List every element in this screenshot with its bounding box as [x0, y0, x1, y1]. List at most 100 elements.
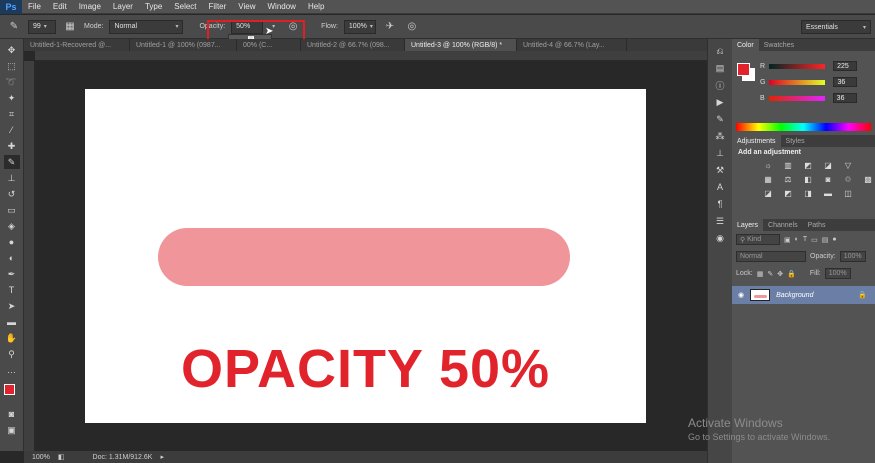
- posterize-icon[interactable]: ◩: [782, 188, 794, 198]
- photo-filter-icon[interactable]: ◙: [822, 174, 834, 184]
- color-balance-icon[interactable]: ⚖: [782, 174, 794, 184]
- hue-saturation-icon[interactable]: ▦: [762, 174, 774, 184]
- tab-styles[interactable]: Styles: [781, 135, 810, 147]
- status-menu-icon[interactable]: ▸: [160, 453, 164, 461]
- paragraph-panel-icon[interactable]: ¶: [711, 198, 729, 210]
- brush-tool-icon[interactable]: ✎: [3, 155, 20, 169]
- blue-slider[interactable]: [768, 95, 825, 101]
- menu-view[interactable]: View: [232, 2, 261, 11]
- color-swatches[interactable]: [3, 383, 21, 401]
- selective-color-icon[interactable]: ◫: [842, 188, 854, 198]
- layer-opacity-input[interactable]: 100%: [839, 251, 866, 262]
- more-tools-icon[interactable]: …: [4, 363, 20, 377]
- filter-adjustment-icon[interactable]: ◐: [795, 236, 799, 243]
- tab-untitled-3[interactable]: Untitled-3 @ 100% (RGB/8) *: [405, 39, 517, 51]
- tab-untitled-1[interactable]: Untitled-1 @ 100% (0987...: [130, 39, 237, 51]
- tab-layers[interactable]: Layers: [732, 219, 764, 231]
- lasso-tool-icon[interactable]: ➰: [4, 75, 20, 89]
- curves-icon[interactable]: ◩: [802, 160, 814, 170]
- menu-select[interactable]: Select: [168, 2, 202, 11]
- filter-type-icon[interactable]: T: [803, 236, 807, 243]
- channel-mixer-icon[interactable]: ♲: [842, 174, 854, 184]
- tab-untitled-hidden[interactable]: 00% (C...: [237, 39, 301, 51]
- green-input[interactable]: 36: [833, 77, 858, 87]
- actions-panel-icon[interactable]: ▶: [711, 96, 729, 108]
- blur-tool-icon[interactable]: ●: [4, 235, 20, 249]
- black-white-icon[interactable]: ◧: [802, 174, 814, 184]
- hand-tool-icon[interactable]: ✋: [4, 331, 20, 345]
- menu-window[interactable]: Window: [262, 2, 302, 11]
- eraser-tool-icon[interactable]: ▭: [4, 203, 20, 217]
- quick-mask-icon[interactable]: ◙: [4, 407, 20, 421]
- levels-icon[interactable]: ▥: [782, 160, 794, 170]
- green-slider[interactable]: [769, 79, 826, 85]
- layer-row-background[interactable]: ◉ Background 🔒: [732, 286, 875, 304]
- brush-size-picker[interactable]: 99 ▾: [28, 19, 56, 34]
- healing-brush-tool-icon[interactable]: ✚: [4, 139, 20, 153]
- zoom-tool-icon[interactable]: ⚲: [4, 347, 20, 361]
- clone-stamp-tool-icon[interactable]: ⊥: [4, 171, 20, 185]
- tool-presets-icon[interactable]: ⚒: [711, 164, 729, 176]
- history-brush-tool-icon[interactable]: ↺: [4, 187, 20, 201]
- pressure-size-icon[interactable]: ◎: [404, 19, 420, 35]
- dodge-tool-icon[interactable]: ◐: [4, 251, 20, 265]
- tab-channels[interactable]: Channels: [763, 219, 803, 231]
- menu-file[interactable]: File: [22, 2, 47, 11]
- status-icon[interactable]: ◧: [58, 453, 65, 461]
- brightness-icon[interactable]: ☼: [762, 160, 774, 170]
- blend-mode-select[interactable]: Normal: [736, 251, 806, 262]
- menu-image[interactable]: Image: [73, 2, 107, 11]
- color-spectrum[interactable]: [736, 123, 871, 131]
- pen-tool-icon[interactable]: ✒: [4, 267, 20, 281]
- menu-filter[interactable]: Filter: [203, 2, 233, 11]
- red-input[interactable]: 225: [833, 61, 858, 71]
- brush-presets-icon[interactable]: ⁂: [711, 130, 729, 142]
- quick-select-tool-icon[interactable]: ✦: [4, 91, 20, 105]
- menu-edit[interactable]: Edit: [47, 2, 73, 11]
- tab-paths[interactable]: Paths: [803, 219, 831, 231]
- lock-position-icon[interactable]: ✥: [777, 270, 783, 278]
- shape-tool-icon[interactable]: ▬: [4, 315, 20, 329]
- tab-untitled-1-recovered[interactable]: Untitled-1-Recovered @...: [24, 39, 130, 51]
- lock-all-icon[interactable]: 🔒: [787, 270, 796, 278]
- filter-smart-icon[interactable]: ▤: [822, 236, 829, 244]
- panel-foreground-swatch[interactable]: [737, 63, 750, 76]
- tab-swatches[interactable]: Swatches: [759, 39, 799, 51]
- filter-pixel-icon[interactable]: ▣: [784, 236, 791, 244]
- vibrance-icon[interactable]: ▽: [842, 160, 854, 170]
- lock-paint-icon[interactable]: ✎: [767, 270, 773, 278]
- fill-input[interactable]: 100%: [824, 268, 851, 279]
- mode-select[interactable]: Normal ▾: [109, 19, 184, 34]
- eyedropper-tool-icon[interactable]: ⁄: [4, 123, 20, 137]
- paint-bucket-tool-icon[interactable]: ◈: [4, 219, 20, 233]
- move-tool-icon[interactable]: ✥: [4, 43, 20, 57]
- tab-untitled-4[interactable]: Untitled-4 @ 66.7% (Lay...: [517, 39, 627, 51]
- lock-pixels-icon[interactable]: ▦: [757, 270, 764, 278]
- flow-input[interactable]: 100% ▾: [343, 19, 376, 34]
- clone-source-icon[interactable]: ⊥: [711, 147, 729, 159]
- gradient-map-icon[interactable]: ▬: [822, 188, 834, 198]
- workspace-select[interactable]: Essentials ▾: [801, 20, 871, 34]
- exposure-icon[interactable]: ◪: [822, 160, 834, 170]
- brush-panel-icon[interactable]: ✎: [711, 113, 729, 125]
- layer-kind-filter[interactable]: ⚲ Kind: [736, 234, 780, 245]
- invert-icon[interactable]: ◪: [762, 188, 774, 198]
- visibility-eye-icon[interactable]: ◉: [738, 291, 744, 299]
- crop-tool-icon[interactable]: ⌗: [4, 107, 20, 121]
- notes-panel-icon[interactable]: ☰: [711, 215, 729, 227]
- tab-adjustments[interactable]: Adjustments: [732, 135, 781, 147]
- airbrush-icon[interactable]: ✈: [382, 19, 398, 35]
- menu-help[interactable]: Help: [302, 2, 330, 11]
- brush-tool-preset-icon[interactable]: ✎: [6, 19, 22, 35]
- blue-input[interactable]: 36: [832, 93, 857, 103]
- threshold-icon[interactable]: ◨: [802, 188, 814, 198]
- marquee-tool-icon[interactable]: ⬚: [4, 59, 20, 73]
- zoom-level[interactable]: 100%: [32, 454, 50, 461]
- libraries-panel-icon[interactable]: ◉: [711, 232, 729, 244]
- menu-type[interactable]: Type: [139, 2, 168, 11]
- red-slider[interactable]: [769, 63, 826, 69]
- menu-layer[interactable]: Layer: [107, 2, 139, 11]
- history-panel-icon[interactable]: ⎌: [711, 45, 729, 57]
- info-panel-icon[interactable]: ⓘ: [711, 79, 729, 91]
- foreground-color-swatch[interactable]: [3, 384, 15, 395]
